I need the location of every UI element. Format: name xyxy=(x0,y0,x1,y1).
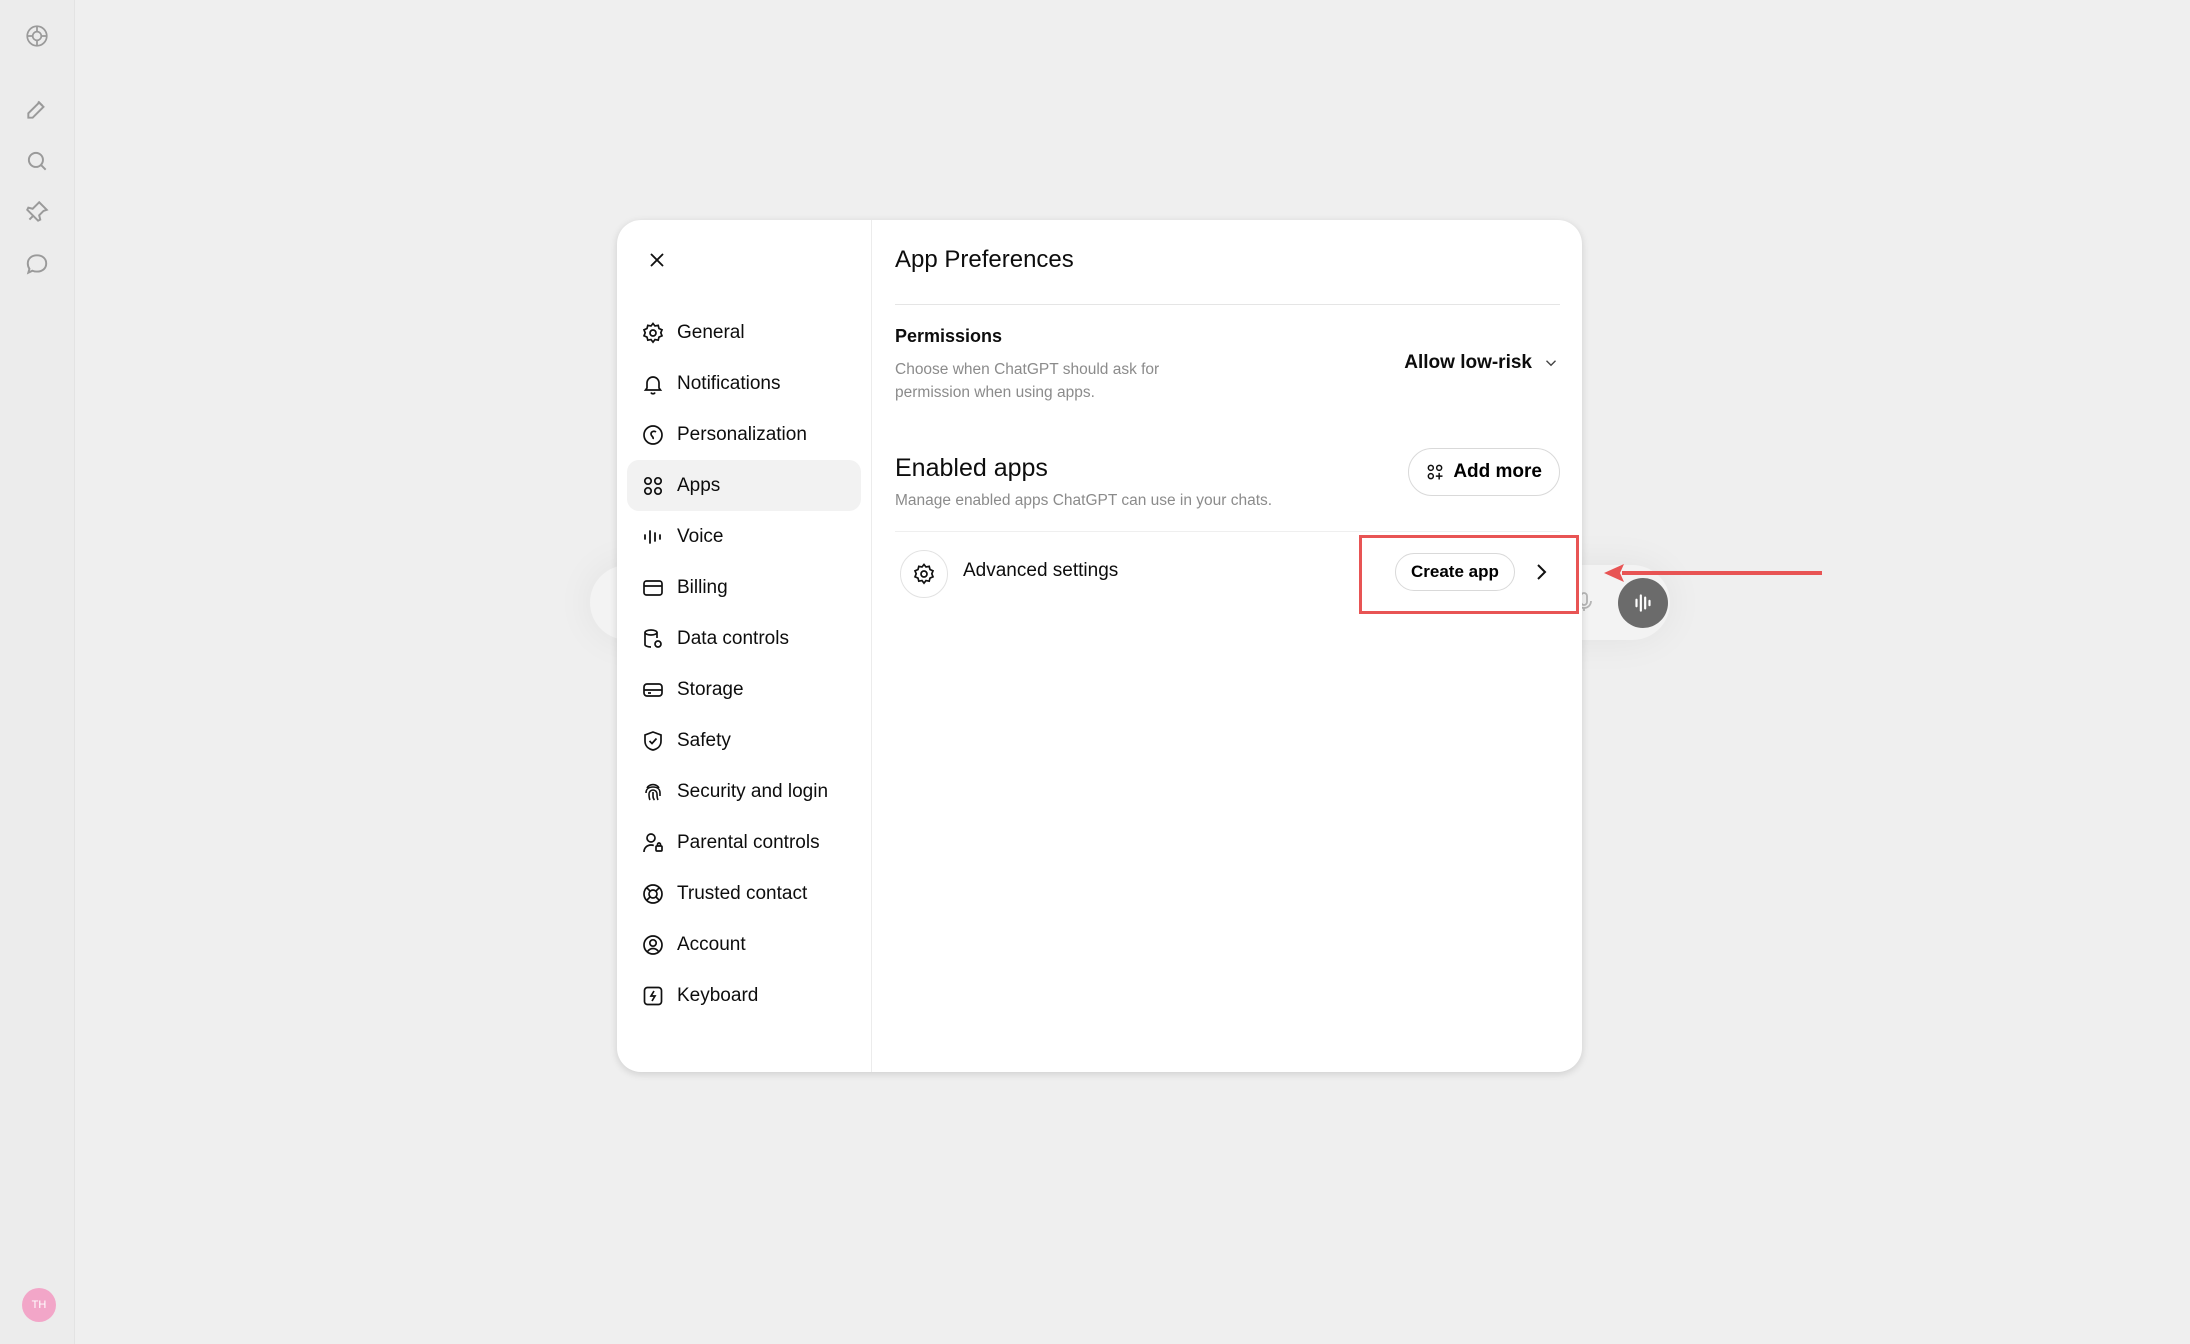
left-rail: TH xyxy=(0,0,75,1344)
sidebar-item-label: Apps xyxy=(677,474,721,496)
apps-grid-icon xyxy=(641,474,665,498)
settings-nav: General Notifications Personalization Ap… xyxy=(627,307,861,1021)
sidebar-item-label: Personalization xyxy=(677,423,807,445)
sidebar-item-label: Keyboard xyxy=(677,984,759,1006)
divider xyxy=(895,304,1560,305)
keyboard-icon xyxy=(641,984,665,1008)
settings-content: App Preferences Permissions Choose when … xyxy=(895,220,1560,1072)
sidebar-item-label: Parental controls xyxy=(677,831,820,853)
sidebar-item-label: Security and login xyxy=(677,780,829,802)
chat-bubble-icon[interactable] xyxy=(22,249,52,279)
add-more-button[interactable]: Add more xyxy=(1408,448,1560,496)
openai-logo-icon[interactable] xyxy=(22,21,52,51)
avatar[interactable]: TH xyxy=(22,1288,56,1322)
page-title: App Preferences xyxy=(895,246,1074,273)
bell-icon xyxy=(641,372,665,396)
sidebar-item-keyboard[interactable]: Keyboard xyxy=(627,970,861,1021)
storage-drive-icon xyxy=(641,678,665,702)
sidebar-item-personalization[interactable]: Personalization xyxy=(627,409,861,460)
sidebar-item-security-and-login[interactable]: Security and login xyxy=(627,766,861,817)
sidebar-item-label: Safety xyxy=(677,729,731,751)
add-more-label: Add more xyxy=(1453,461,1542,482)
settings-sidebar: General Notifications Personalization Ap… xyxy=(617,220,872,1072)
sidebar-item-label: Data controls xyxy=(677,627,789,649)
personalization-icon xyxy=(641,423,665,447)
apps-add-icon xyxy=(1427,464,1443,480)
permissions-dropdown[interactable]: Allow low-risk xyxy=(1404,352,1560,374)
sidebar-item-billing[interactable]: Billing xyxy=(627,562,861,613)
sidebar-item-voice[interactable]: Voice xyxy=(627,511,861,562)
sidebar-item-label: Trusted contact xyxy=(677,882,808,904)
new-chat-icon[interactable] xyxy=(22,94,52,124)
annotation-arrow-icon xyxy=(1604,564,1822,582)
sidebar-item-notifications[interactable]: Notifications xyxy=(627,358,861,409)
sidebar-item-label: Voice xyxy=(677,525,724,547)
settings-modal: General Notifications Personalization Ap… xyxy=(617,220,1582,1072)
sidebar-item-storage[interactable]: Storage xyxy=(627,664,861,715)
sidebar-item-apps[interactable]: Apps xyxy=(627,460,861,511)
gear-icon xyxy=(641,321,665,345)
sidebar-item-trusted-contact[interactable]: Trusted contact xyxy=(627,868,861,919)
sidebar-item-label: Notifications xyxy=(677,372,781,394)
fingerprint-icon xyxy=(641,780,665,804)
enabled-apps-heading: Enabled apps xyxy=(895,454,1048,482)
shield-check-icon xyxy=(641,729,665,753)
user-circle-icon xyxy=(641,933,665,957)
sidebar-item-general[interactable]: General xyxy=(627,307,861,358)
sidebar-item-parental-controls[interactable]: Parental controls xyxy=(627,817,861,868)
permissions-selected-value: Allow low-risk xyxy=(1404,352,1532,373)
gear-icon xyxy=(900,550,948,598)
sidebar-item-label: Billing xyxy=(677,576,728,598)
sidebar-item-safety[interactable]: Safety xyxy=(627,715,861,766)
permissions-heading: Permissions xyxy=(895,326,1003,346)
waveform-icon xyxy=(1635,594,1651,612)
close-icon xyxy=(650,253,664,267)
sidebar-item-data-controls[interactable]: Data controls xyxy=(627,613,861,664)
person-lock-icon xyxy=(641,831,665,855)
pin-icon[interactable] xyxy=(22,197,52,227)
enabled-apps-description: Manage enabled apps ChatGPT can use in y… xyxy=(895,492,1273,509)
waveform-icon xyxy=(641,525,665,549)
search-icon[interactable] xyxy=(22,146,52,176)
divider xyxy=(895,531,1560,532)
close-button[interactable] xyxy=(641,244,673,276)
credit-card-icon xyxy=(641,576,665,600)
sidebar-item-label: General xyxy=(677,321,745,343)
lifebuoy-icon xyxy=(641,882,665,906)
sidebar-item-label: Account xyxy=(677,933,746,955)
permissions-description: Choose when ChatGPT should ask for permi… xyxy=(895,361,1160,401)
sidebar-item-label: Storage xyxy=(677,678,744,700)
chevron-down-icon xyxy=(1546,360,1556,367)
sidebar-item-account[interactable]: Account xyxy=(627,919,861,970)
advanced-settings-label: Advanced settings xyxy=(963,560,1119,581)
annotation-highlight-box xyxy=(1359,535,1579,614)
database-icon xyxy=(641,627,665,651)
